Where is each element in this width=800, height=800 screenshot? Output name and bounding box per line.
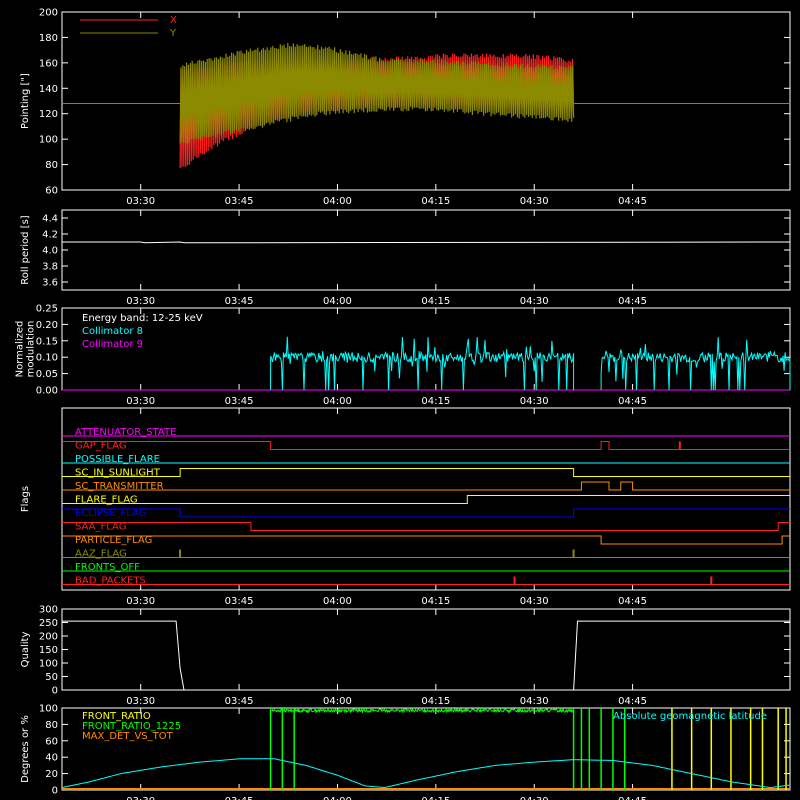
y-tick-label: 0 — [52, 686, 58, 697]
flag-label-bad_packets: BAD_PACKETS — [75, 576, 146, 587]
x-tick-label: 03:45 — [225, 696, 254, 707]
legend-label-y: Y — [169, 28, 177, 39]
x-tick-label: 04:15 — [421, 396, 450, 407]
x-tick-label: 04:30 — [520, 596, 549, 607]
x-tick-label: 03:45 — [225, 796, 254, 800]
y-tick-label: 4.0 — [42, 246, 58, 257]
y-tick-label: 100 — [39, 659, 58, 670]
y-tick-label: 3.8 — [42, 262, 58, 273]
flag-label-sc_transmitter: SC_TRANSMITTER — [75, 481, 164, 492]
flag-label-flare_flag: FLARE_FLAG — [75, 495, 138, 506]
y-tick-label: 0.05 — [36, 369, 58, 380]
y-tick-label: 0.10 — [36, 353, 58, 364]
x-tick-label: 03:45 — [225, 296, 254, 307]
y-tick-label: 60 — [45, 736, 58, 747]
y-tick-label: 80 — [45, 720, 58, 731]
x-tick-label: 04:00 — [323, 396, 352, 407]
y-tick-label: 0.25 — [36, 304, 58, 315]
x-tick-label: 04:00 — [323, 596, 352, 607]
x-tick-label: 03:30 — [126, 196, 155, 207]
x-tick-label: 04:15 — [421, 196, 450, 207]
x-tick-label: 04:45 — [618, 296, 647, 307]
x-tick-label: 04:45 — [618, 196, 647, 207]
y-tick-label: 40 — [45, 753, 58, 764]
y-tick-label: 100 — [39, 135, 58, 146]
x-tick-label: 04:00 — [323, 696, 352, 707]
y-tick-label: 300 — [39, 605, 58, 616]
y-tick-label: 0.00 — [36, 386, 58, 397]
y-tick-label: 180 — [39, 33, 58, 44]
x-tick-label: 04:30 — [520, 296, 549, 307]
y-tick-label: 0 — [52, 786, 58, 797]
y-tick-label: 0.20 — [36, 320, 58, 331]
x-tick-label: 04:30 — [520, 696, 549, 707]
y-tick-label: 4.4 — [42, 214, 58, 225]
y-tick-label: 60 — [45, 186, 58, 197]
y-tick-label: 3.6 — [42, 278, 58, 289]
y-tick-label: 80 — [45, 160, 58, 171]
latitude-annotation: Absolute geomagnetic latitude — [613, 711, 767, 722]
y-tick-label: 100 — [39, 704, 58, 715]
x-tick-label: 04:45 — [618, 696, 647, 707]
flag-label-possible_flare: POSSIBLE_FLARE — [75, 454, 160, 465]
x-tick-label: 03:30 — [126, 796, 155, 800]
x-tick-label: 04:15 — [421, 796, 450, 800]
x-tick-label: 04:45 — [618, 596, 647, 607]
legend-label-collimator: Collimator 9 — [82, 339, 143, 350]
x-tick-label: 03:30 — [126, 396, 155, 407]
flag-label-particle_flag: PARTICLE_FLAG — [75, 535, 152, 546]
x-tick-label: 04:30 — [520, 396, 549, 407]
x-tick-label: 04:15 — [421, 696, 450, 707]
x-tick-label: 03:30 — [126, 296, 155, 307]
x-tick-label: 04:15 — [421, 596, 450, 607]
x-tick-label: 03:45 — [225, 596, 254, 607]
x-tick-label: 03:45 — [225, 396, 254, 407]
x-tick-label: 04:00 — [323, 296, 352, 307]
y-axis-label: Pointing ["] — [20, 73, 31, 129]
x-tick-label: 04:45 — [618, 396, 647, 407]
flag-label-eclipse_flag: ECLIPSE_FLAG — [75, 508, 146, 519]
y-axis-label: modulation — [26, 321, 37, 378]
legend-label-x: X — [170, 15, 177, 26]
flag-label-fronts_off: FRONTS_OFF — [75, 562, 140, 573]
energy-band-annotation: Energy band: 12-25 keV — [82, 313, 203, 324]
y-tick-label: 0.15 — [36, 336, 58, 347]
y-tick-label: 120 — [39, 109, 58, 120]
x-tick-label: 04:15 — [421, 296, 450, 307]
x-tick-label: 04:00 — [323, 796, 352, 800]
y-tick-label: 250 — [39, 618, 58, 629]
y-tick-label: 150 — [39, 645, 58, 656]
y-axis-label: Flags — [20, 486, 31, 512]
plot-background — [0, 0, 800, 800]
x-tick-label: 04:30 — [520, 196, 549, 207]
x-tick-label: 03:45 — [225, 196, 254, 207]
flag-label-aaz_flag: AAZ_FLAG — [75, 549, 127, 560]
flag-label-sc_in_sunlight: SC_IN_SUNLIGHT — [75, 468, 161, 479]
x-tick-label: 04:00 — [323, 196, 352, 207]
y-tick-label: 50 — [45, 672, 58, 683]
y-tick-label: 160 — [39, 58, 58, 69]
legend-label-collimator: Collimator 8 — [82, 326, 143, 337]
y-tick-label: 20 — [45, 769, 58, 780]
flag-label-gap_flag: GAP_FLAG — [75, 441, 127, 452]
y-tick-label: 140 — [39, 84, 58, 95]
y-axis-label: Normalized — [15, 321, 26, 378]
x-tick-label: 03:30 — [126, 696, 155, 707]
flag-label-attenuator_state: ATTENUATOR_STATE — [75, 427, 176, 438]
legend-label-ratio: MAX_DET_VS_TOT — [82, 731, 174, 742]
y-tick-label: 4.2 — [42, 230, 58, 241]
x-tick-label: 04:30 — [520, 796, 549, 800]
y-tick-label: 200 — [39, 8, 58, 19]
x-tick-label: 04:45 — [618, 796, 647, 800]
y-axis-label: Quality — [20, 632, 31, 668]
x-tick-label: 03:30 — [126, 596, 155, 607]
rhessi-quicklook-plot: 03:30 03:45 04:00 04:15 04:30 04:45 60 80 100 120… — [0, 0, 800, 800]
y-axis-label: Roll period [s] — [20, 215, 31, 284]
y-tick-label: 200 — [39, 632, 58, 643]
y-axis-label: Degrees or % — [20, 715, 31, 783]
flag-label-saa_flag: SAA_FLAG — [75, 522, 126, 533]
